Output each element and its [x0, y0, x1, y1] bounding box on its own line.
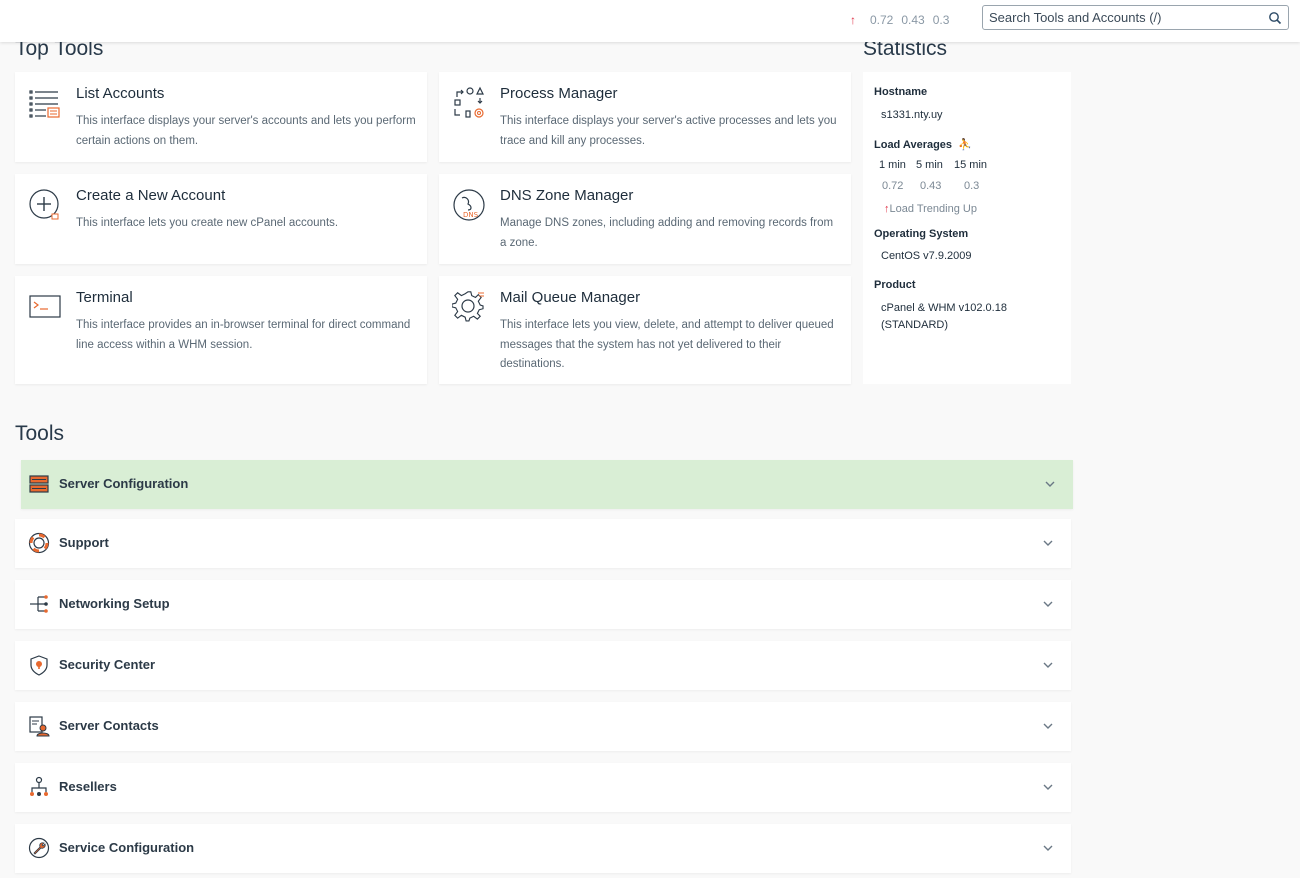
network-icon	[30, 595, 48, 613]
section-label: Security Center	[59, 657, 156, 672]
section-label: Server Configuration	[59, 476, 189, 491]
section-label: Server Contacts	[59, 718, 159, 733]
card-description: This interface displays your server's ac…	[76, 115, 416, 147]
card-title[interactable]: Terminal	[76, 289, 133, 306]
chevron-down-icon[interactable]	[1042, 537, 1054, 549]
lifebuoy-icon	[28, 532, 50, 554]
chevron-down-icon[interactable]	[1042, 842, 1054, 854]
os-label: Operating System	[874, 228, 969, 240]
hostname-value: s1331.nty.uy	[881, 109, 943, 121]
load-averages-label: Load Averages ⛹	[874, 138, 972, 151]
section-label: Networking Setup	[59, 596, 170, 611]
card-mail-queue-manager[interactable]: Mail Queue Manager This interface lets y…	[439, 276, 851, 384]
tools-title: Tools	[15, 422, 65, 445]
contacts-icon	[29, 716, 50, 737]
search-input[interactable]	[989, 10, 1268, 25]
load-value-15: 0.3	[964, 180, 980, 192]
section-resellers[interactable]: Resellers	[15, 763, 1071, 812]
product-label: Product	[874, 279, 916, 291]
card-terminal[interactable]: Terminal This interface provides an in-b…	[15, 276, 427, 384]
card-title[interactable]: List Accounts	[76, 85, 164, 102]
card-list-accounts[interactable]: List Accounts This interface displays yo…	[15, 72, 427, 162]
dns-zone-icon: DNS	[453, 189, 485, 221]
header-load-1: 0.72	[870, 13, 894, 27]
card-title[interactable]: DNS Zone Manager	[500, 187, 633, 204]
section-label: Support	[59, 535, 109, 550]
section-server-configuration[interactable]: Server Configuration	[21, 460, 1073, 509]
chevron-down-icon[interactable]	[1042, 598, 1054, 610]
card-dns-zone-manager[interactable]: DNS DNS Zone Manager Manage DNS zones, i…	[439, 174, 851, 264]
card-title[interactable]: Process Manager	[500, 85, 618, 102]
chevron-down-icon[interactable]	[1042, 781, 1054, 793]
runner-icon: ⛹	[958, 139, 972, 151]
card-description: This interface lets you create new cPane…	[76, 217, 339, 229]
section-label: Service Configuration	[59, 840, 195, 855]
trend-up-icon: ↑	[850, 13, 856, 27]
svg-text:DNS: DNS	[463, 211, 479, 219]
chevron-down-icon[interactable]	[1042, 659, 1054, 671]
list-accounts-icon	[29, 90, 60, 118]
chevron-down-icon[interactable]	[1042, 720, 1054, 732]
card-description: This interface displays your server's ac…	[500, 115, 837, 147]
header-load-15: 0.3	[932, 13, 950, 27]
header-load-indicator: ↑ 0.72 0.43 0.3	[850, 12, 949, 28]
load-header-15: 15 min	[954, 159, 988, 171]
os-value: CentOS v7.9.2009	[881, 250, 972, 262]
create-account-icon	[29, 189, 59, 220]
statistics-panel: Hostname s1331.nty.uy Load Averages ⛹ 1 …	[863, 72, 1071, 384]
gear-icon	[452, 291, 484, 322]
resellers-icon	[30, 776, 48, 796]
wrench-icon	[28, 837, 50, 859]
search-icon[interactable]	[1268, 11, 1282, 25]
hostname-label: Hostname	[874, 86, 928, 98]
card-description: This interface lets you view, delete, an…	[500, 319, 834, 370]
card-title[interactable]: Mail Queue Manager	[500, 289, 640, 306]
search-box[interactable]	[982, 5, 1289, 30]
load-value-1: 0.72	[882, 180, 904, 192]
product-value-line2: (STANDARD)	[881, 319, 949, 331]
process-manager-icon	[454, 86, 484, 118]
section-networking-setup[interactable]: Networking Setup	[15, 580, 1071, 629]
load-header-5: 5 min	[916, 159, 943, 171]
top-bar: ↑ 0.72 0.43 0.3	[0, 0, 1300, 42]
load-header-1: 1 min	[879, 159, 906, 171]
card-process-manager[interactable]: Process Manager This interface displays …	[439, 72, 851, 162]
terminal-icon	[29, 295, 61, 318]
load-trend: ↑Load Trending Up	[884, 203, 977, 215]
section-support[interactable]: Support	[15, 519, 1071, 568]
section-service-configuration[interactable]: Service Configuration	[15, 824, 1071, 873]
card-create-account[interactable]: Create a New Account This interface lets…	[15, 174, 427, 264]
section-label: Resellers	[59, 779, 117, 794]
card-title[interactable]: Create a New Account	[76, 187, 225, 204]
card-description: Manage DNS zones, including adding and r…	[500, 217, 834, 249]
section-security-center[interactable]: Security Center	[15, 641, 1071, 690]
product-value-line1: cPanel & WHM v102.0.18	[881, 302, 1007, 314]
section-server-contacts[interactable]: Server Contacts	[15, 702, 1071, 751]
shield-icon	[30, 655, 48, 676]
load-value-5: 0.43	[920, 180, 942, 192]
header-load-5: 0.43	[901, 13, 925, 27]
card-description: This interface provides an in-browser te…	[76, 319, 411, 351]
chevron-down-icon[interactable]	[1044, 478, 1056, 490]
server-icon	[29, 475, 49, 493]
load-trend-text: Load Trending Up	[889, 203, 977, 215]
load-averages-text: Load Averages	[874, 139, 953, 151]
